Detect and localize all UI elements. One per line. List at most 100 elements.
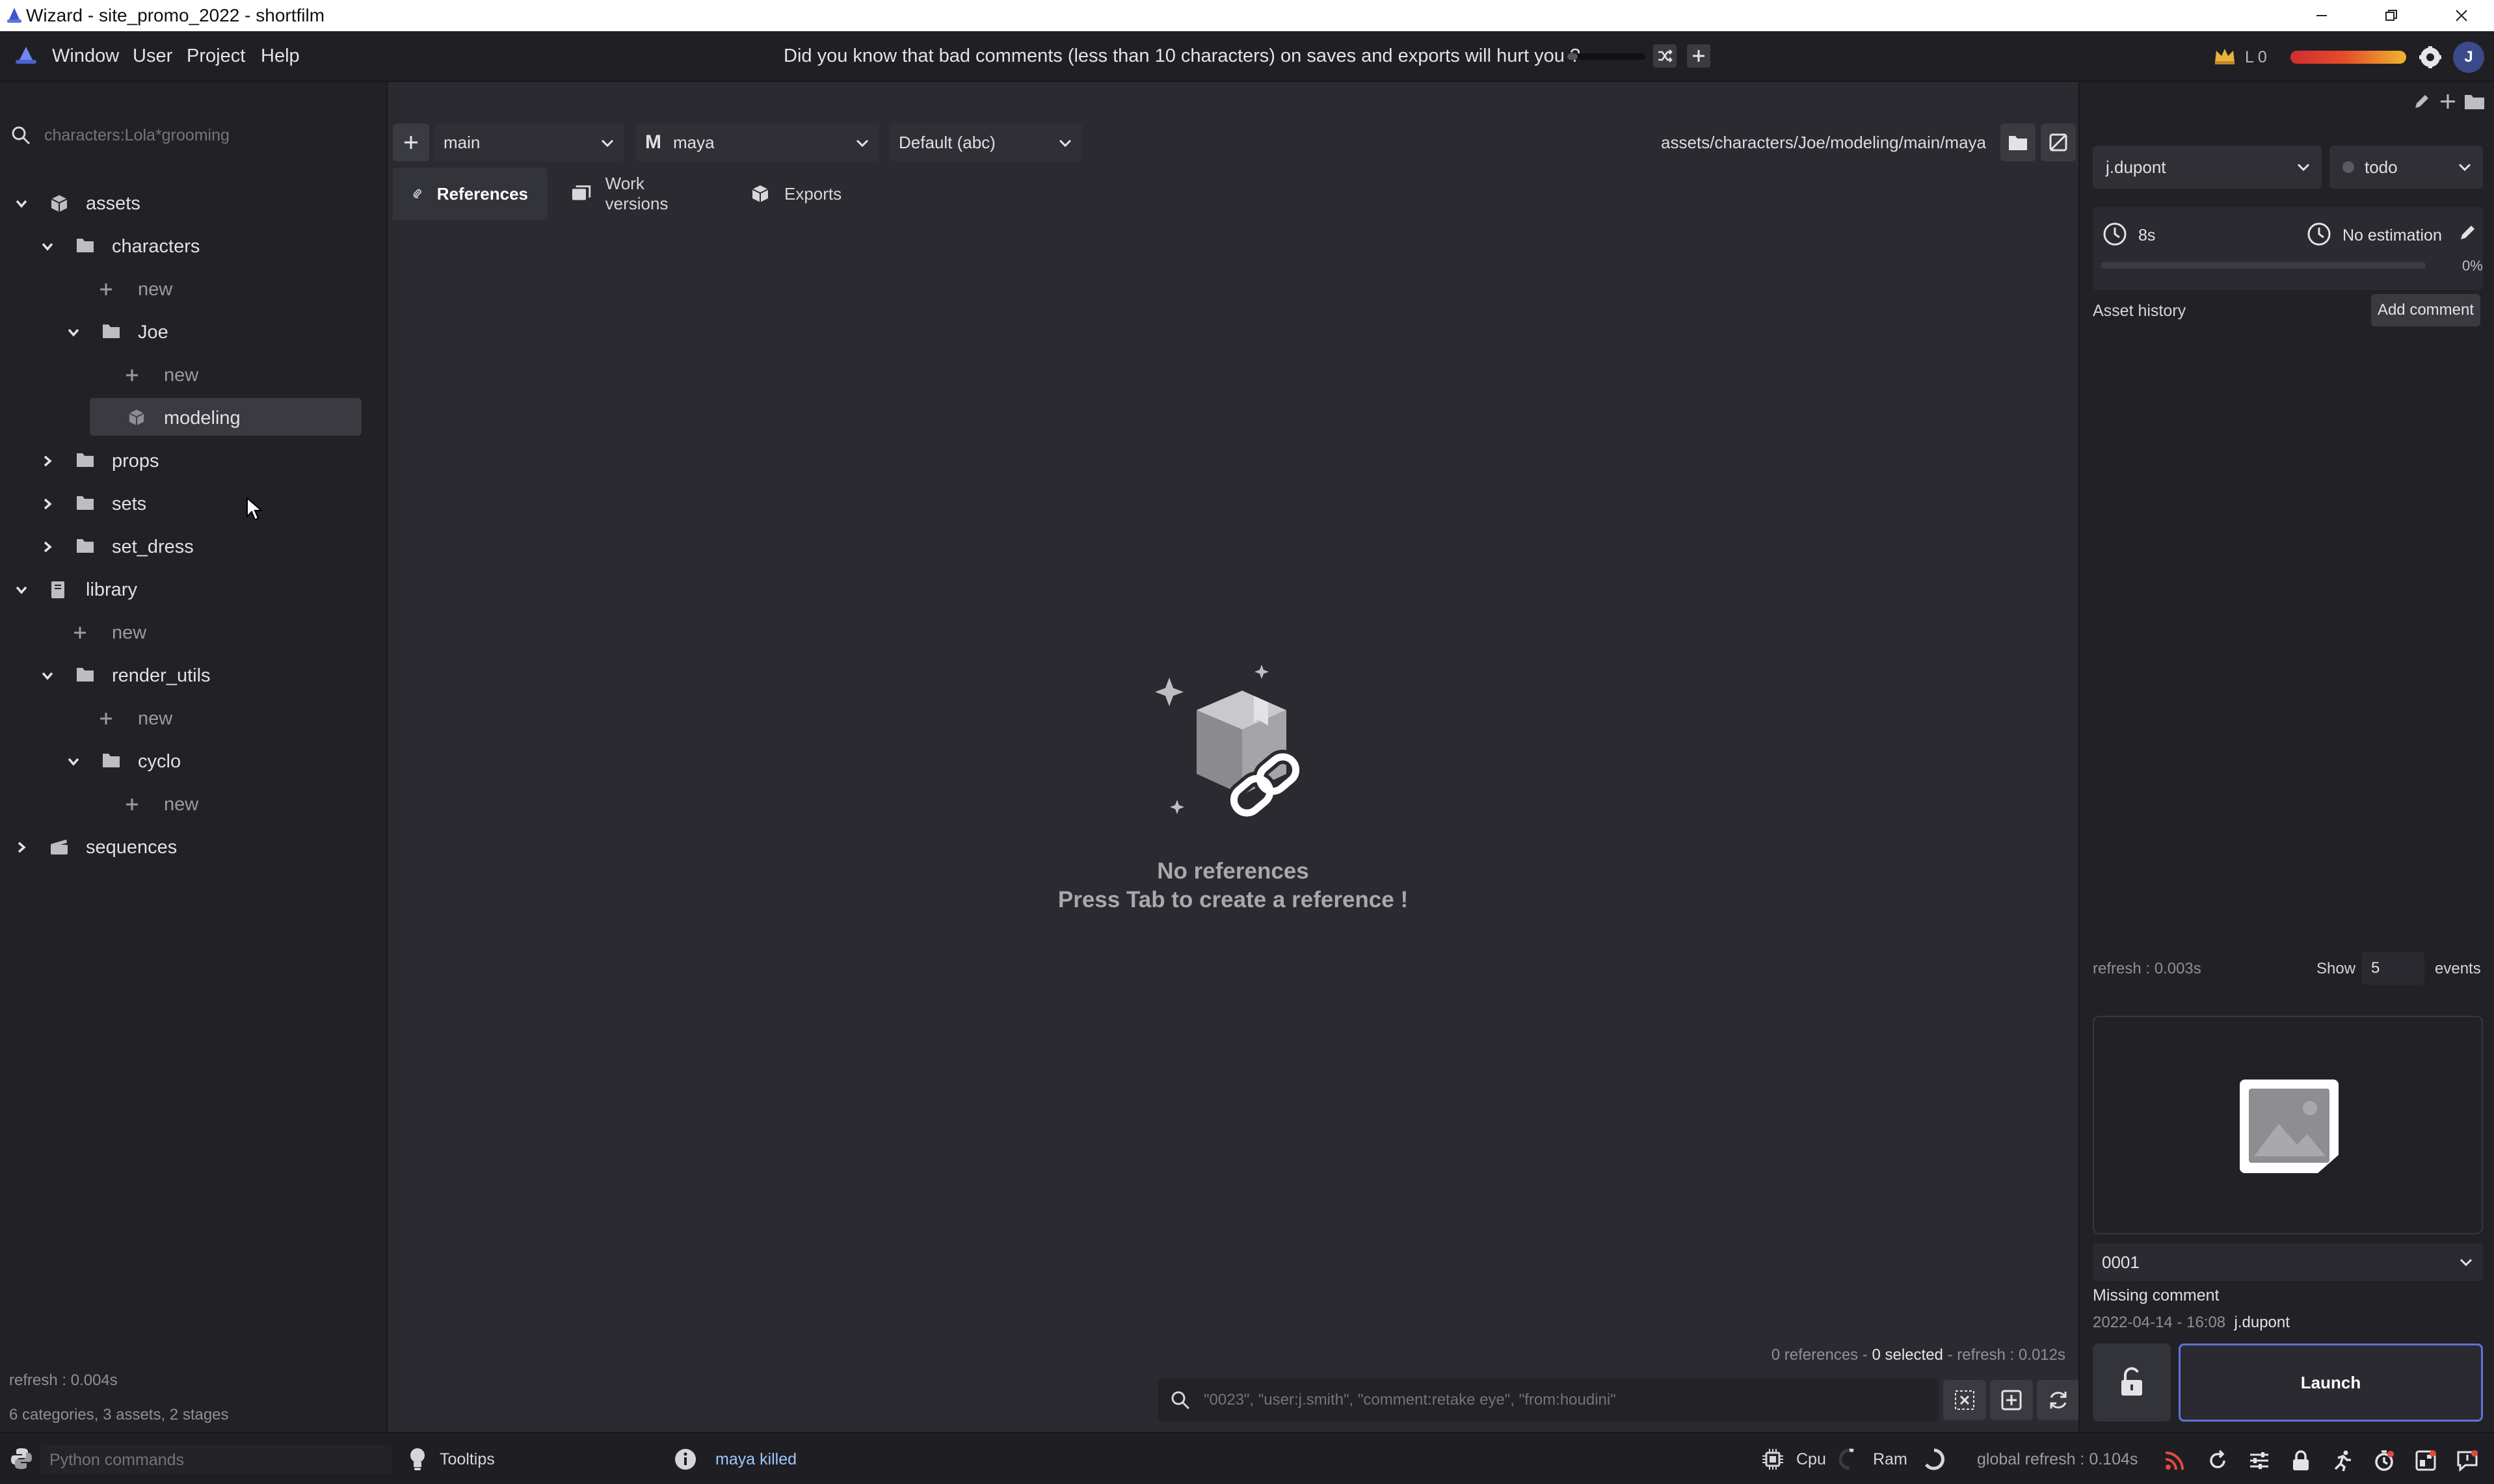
tab-exports[interactable]: Exports	[731, 168, 870, 220]
tree-summary-status: 6 categories, 3 assets, 2 stages	[9, 1406, 229, 1424]
state-select[interactable]: todo	[2329, 146, 2483, 189]
lock-toggle-button[interactable]	[2287, 1446, 2315, 1475]
layout-icon	[2415, 1450, 2436, 1471]
variant-select[interactable]: main	[434, 124, 624, 161]
minimize-button[interactable]	[2289, 0, 2354, 31]
menu-window[interactable]: Window	[52, 43, 119, 69]
refresh-references-button[interactable]	[2037, 1380, 2080, 1420]
folder-icon	[2465, 95, 2484, 109]
events-count-input[interactable]: 5	[2362, 952, 2424, 985]
menu-bar: Window User Project Help Did you know th…	[0, 31, 2494, 82]
tree-item-render-utils[interactable]: render_utils	[0, 654, 388, 697]
launch-button[interactable]: Launch	[2179, 1344, 2483, 1422]
asset-tree: assets characters new Joe new modeling props se…	[0, 182, 388, 869]
chevron-right-icon[interactable]	[14, 840, 29, 855]
tree-item-sequences[interactable]: sequences	[0, 826, 388, 869]
tree-item-set-dress[interactable]: set_dress	[0, 525, 388, 568]
assignee-select[interactable]: j.dupont	[2093, 146, 2322, 189]
software-select[interactable]: M maya	[636, 124, 879, 161]
tree-item-library[interactable]: library	[0, 568, 388, 611]
chevron-right-icon[interactable]	[40, 497, 55, 511]
chevron-down-icon[interactable]	[14, 583, 29, 597]
time-tracking-box: 8s No estimation 0%	[2093, 207, 2483, 290]
tree-new-item[interactable]: new	[0, 268, 388, 311]
tree-item-props[interactable]: props	[0, 440, 388, 483]
tree-new-item[interactable]: new	[0, 611, 388, 654]
software-value: maya	[673, 132, 715, 152]
empty-state-hint: Press Tab to create a reference !	[1057, 887, 1409, 912]
edit-button[interactable]	[2411, 91, 2432, 112]
window-title: Wizard - site_promo_2022 - shortfilm	[26, 5, 325, 25]
tree-item-label: set_dress	[112, 537, 194, 557]
tree-new-item[interactable]: new	[0, 354, 388, 397]
references-filter-input[interactable]	[1204, 1379, 1919, 1422]
tree-new-item[interactable]: new	[0, 783, 388, 826]
lock-button[interactable]	[2093, 1344, 2171, 1422]
app-logo-icon	[14, 46, 38, 66]
stage-toolbar: main M maya Default (abc) assets/charact…	[389, 121, 2077, 164]
sliders-button[interactable]	[2245, 1446, 2274, 1475]
open-folder-button[interactable]	[2000, 124, 2036, 161]
chevron-right-icon[interactable]	[40, 454, 55, 468]
python-command-input[interactable]	[40, 1445, 391, 1475]
export-format-select[interactable]: Default (abc)	[890, 124, 1082, 161]
tab-references-label: References	[436, 183, 528, 204]
rss-button[interactable]	[2160, 1446, 2189, 1475]
timer-button[interactable]	[2370, 1446, 2398, 1475]
tree-item-label: new	[164, 365, 199, 386]
chevron-down-icon[interactable]	[40, 239, 55, 254]
menu-user[interactable]: User	[133, 43, 172, 69]
tooltips-toggle[interactable]: Tooltips	[440, 1450, 495, 1469]
tree-search-input[interactable]	[44, 118, 369, 152]
user-avatar[interactable]: J	[2453, 42, 2484, 73]
shuffle-tip-button[interactable]	[1653, 44, 1677, 68]
chevron-down-icon[interactable]	[14, 196, 29, 211]
tree-item-sets[interactable]: sets	[0, 483, 388, 525]
version-select[interactable]: 0001	[2093, 1243, 2483, 1281]
running-button[interactable]	[2328, 1446, 2357, 1475]
plus-icon	[99, 282, 113, 297]
tab-references[interactable]: References	[393, 168, 548, 220]
clapperboard-icon	[49, 838, 69, 856]
add-comment-button[interactable]: Add comment	[2371, 294, 2480, 326]
variant-value: main	[444, 132, 481, 152]
menu-project[interactable]: Project	[187, 43, 245, 69]
version-thumbnail[interactable]	[2093, 1016, 2483, 1234]
state-dot	[2342, 161, 2354, 173]
restore-button[interactable]	[2359, 0, 2424, 31]
chevron-down-icon	[2458, 163, 2471, 172]
tip-progress-slider[interactable]	[1567, 53, 1645, 60]
close-window-button[interactable]	[2429, 0, 2494, 31]
tree-item-label: new	[164, 794, 199, 815]
progress-percent: 0%	[2462, 258, 2483, 274]
tree-item-joe[interactable]: Joe	[0, 311, 388, 354]
level-label: L 0	[2245, 48, 2267, 66]
chevron-down-icon[interactable]	[66, 325, 81, 339]
add-variant-button[interactable]	[393, 124, 429, 161]
folder-button[interactable]	[2463, 91, 2486, 112]
menu-help[interactable]: Help	[261, 43, 300, 69]
add-button[interactable]	[2437, 91, 2458, 112]
reload-button[interactable]	[2203, 1446, 2232, 1475]
mouse-cursor-icon	[246, 497, 263, 522]
tree-item-characters[interactable]: characters	[0, 225, 388, 268]
gear-icon	[2419, 46, 2441, 68]
settings-button[interactable]	[2417, 44, 2443, 70]
edit-estimation-button[interactable]	[2457, 221, 2479, 243]
tab-work-versions[interactable]: Work versions	[551, 168, 727, 220]
version-meta: 2022-04-14 - 16:08 j.dupont	[2093, 1314, 2290, 1332]
tree-new-item[interactable]: new	[0, 697, 388, 740]
layout-button[interactable]	[2411, 1446, 2440, 1475]
tree-item-assets[interactable]: assets	[0, 182, 388, 225]
chevron-right-icon[interactable]	[40, 540, 55, 554]
add-reference-button[interactable]	[1990, 1380, 2033, 1420]
references-refresh-time: - refresh : 0.012s	[1943, 1346, 2065, 1364]
chevron-down-icon[interactable]	[40, 669, 55, 683]
notifications-button[interactable]	[2453, 1446, 2482, 1475]
toggle-view-button[interactable]	[2041, 124, 2076, 161]
chevron-down-icon[interactable]	[66, 754, 81, 769]
remove-selected-button[interactable]	[1943, 1380, 1986, 1420]
add-tip-button[interactable]	[1687, 44, 1710, 68]
tree-item-modeling[interactable]: modeling	[0, 397, 388, 440]
tree-item-cyclo[interactable]: cyclo	[0, 740, 388, 783]
